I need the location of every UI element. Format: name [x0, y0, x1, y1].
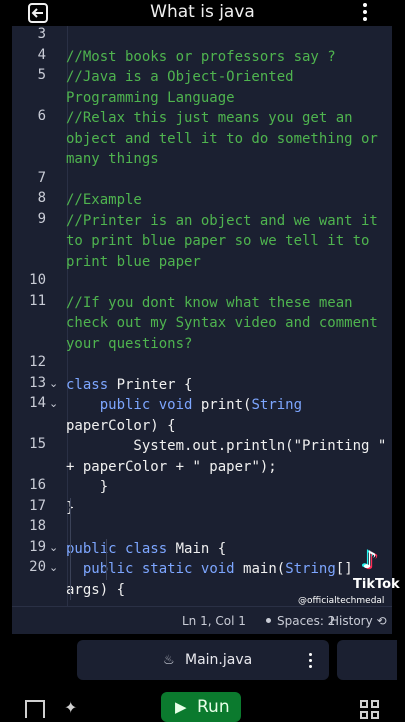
watermark-brand: TikTok: [353, 577, 400, 592]
files-icon[interactable]: [25, 700, 45, 718]
run-button[interactable]: ▶ Run: [161, 692, 241, 722]
code-text: object and tell it to do something or: [66, 130, 378, 147]
code-line[interactable]: 13 ⌄ class Printer {: [12, 375, 392, 396]
line-number: 16: [29, 477, 46, 493]
code-line[interactable]: 3: [12, 26, 392, 47]
top-bar: What is java: [0, 0, 405, 26]
code-text: paperColor) {: [66, 417, 176, 434]
code-line[interactable]: 12: [12, 354, 392, 375]
code-line[interactable]: 20 ⌄ public static void main(String[] args…: [12, 559, 392, 600]
code-line[interactable]: 7: [12, 170, 392, 191]
code-text: public class Main {: [66, 540, 227, 557]
code-line[interactable]: 16 }: [12, 477, 392, 498]
code-text: //Relax this just means you get an: [66, 110, 353, 126]
line-number: 17: [29, 497, 46, 514]
code-text: //Most books or professors say ?: [66, 48, 336, 65]
line-number: 7: [37, 169, 46, 186]
code-text: class Printer {: [66, 376, 193, 393]
code-text: args) {: [66, 581, 126, 598]
more-vertical-icon[interactable]: [358, 1, 372, 23]
line-number: 15: [29, 436, 46, 452]
indent-setting-label: Spaces: 2: [277, 614, 336, 628]
code-line[interactable]: 6 //Relax this just means you get an objec…: [12, 108, 392, 170]
code-text: System.out.println("Printing ": [66, 438, 387, 454]
line-number: 19: [29, 538, 46, 555]
bullet-icon: [266, 618, 271, 623]
line-number: 18: [29, 518, 46, 534]
line-number: 11: [29, 292, 46, 309]
code-text: public static void main(String[]: [82, 561, 353, 577]
code-text: to print blue paper so we tell it to: [66, 233, 370, 249]
code-text: }: [66, 479, 109, 495]
tab-next[interactable]: [337, 640, 397, 680]
tab-main-java[interactable]: ♨ Main.java: [77, 640, 329, 680]
code-line[interactable]: 17}: [12, 498, 392, 519]
play-icon: ▶: [175, 698, 187, 716]
line-number: 20: [29, 559, 46, 575]
grid-icon[interactable]: [360, 700, 380, 720]
fold-chevron-icon[interactable]: ⌄: [49, 561, 58, 574]
code-text: your questions?: [66, 335, 193, 352]
code-text: //If you dont know what these mean: [66, 294, 353, 311]
line-number: 12: [29, 354, 46, 370]
code-line[interactable]: 4 //Most books or professors say ?: [12, 47, 392, 68]
line-number: 13: [29, 374, 46, 391]
history-label: History: [330, 614, 373, 628]
ai-magic-icon[interactable]: ✦: [64, 698, 82, 717]
line-number: 5: [37, 67, 46, 83]
indent-guide: [106, 538, 107, 580]
code-line[interactable]: 9 //Printer is an object and we want it to…: [12, 211, 392, 273]
code-line[interactable]: 11 //If you dont know what these mean chec…: [12, 293, 392, 355]
line-number: 8: [37, 190, 46, 206]
code-line[interactable]: 14 ⌄ public void print(String paperColor) …: [12, 395, 392, 436]
code-text: + paperColor + " paper");: [66, 458, 277, 475]
history-button[interactable]: History ⟲: [330, 614, 387, 628]
file-tab-bar: ♨ Main.java: [0, 634, 405, 686]
java-file-icon: ♨: [163, 653, 175, 668]
run-label: Run: [197, 697, 230, 717]
line-number: 3: [37, 26, 46, 42]
code-text: //Example: [66, 192, 142, 208]
code-line[interactable]: 15 System.out.println("Printing " + paper…: [12, 436, 392, 477]
history-icon: ⟲: [376, 614, 387, 628]
page-title: What is java: [150, 2, 255, 22]
status-bar: Ln 1, Col 1 Spaces: 2 History ⟲: [12, 606, 392, 635]
bottom-bar: ✦ ▶ Run: [0, 686, 405, 722]
line-number: 4: [37, 46, 46, 63]
line-number: 14: [29, 395, 46, 411]
code-editor[interactable]: 3 4 //Most books or professors say ? 5 //Jav…: [12, 26, 392, 606]
fold-chevron-icon[interactable]: ⌄: [49, 377, 58, 390]
code-text: Programming Language: [66, 89, 235, 106]
watermark-handle: @officialtechmedal: [298, 596, 385, 606]
line-number: 9: [37, 210, 46, 227]
tiktok-logo-icon: ♪: [362, 546, 378, 574]
code-line[interactable]: 8 //Example: [12, 190, 392, 211]
code-text: many things: [66, 151, 159, 167]
tab-more-icon[interactable]: [307, 651, 313, 671]
code-line[interactable]: 19 ⌄ public class Main {: [12, 539, 392, 560]
code-text: print blue paper: [66, 253, 201, 270]
line-number: 6: [37, 108, 46, 124]
tab-label: Main.java: [185, 652, 253, 668]
code-text: //Printer is an object and we want it: [66, 212, 378, 229]
code-text: check out my Syntax video and comment: [66, 315, 378, 331]
indent-guide: [70, 497, 71, 600]
fold-chevron-icon[interactable]: ⌄: [49, 397, 58, 410]
code-line[interactable]: 10: [12, 272, 392, 293]
fold-chevron-icon[interactable]: ⌄: [49, 541, 58, 554]
code-text: public void print(String: [99, 397, 303, 413]
code-text: //Java is a Object-Oriented: [66, 69, 294, 85]
cursor-position[interactable]: Ln 1, Col 1: [182, 614, 246, 628]
line-number: 10: [29, 272, 46, 288]
indent-setting[interactable]: Spaces: 2: [266, 614, 335, 628]
code-line[interactable]: 18: [12, 518, 392, 539]
code-line[interactable]: 5 //Java is a Object-Oriented Programming …: [12, 67, 392, 108]
